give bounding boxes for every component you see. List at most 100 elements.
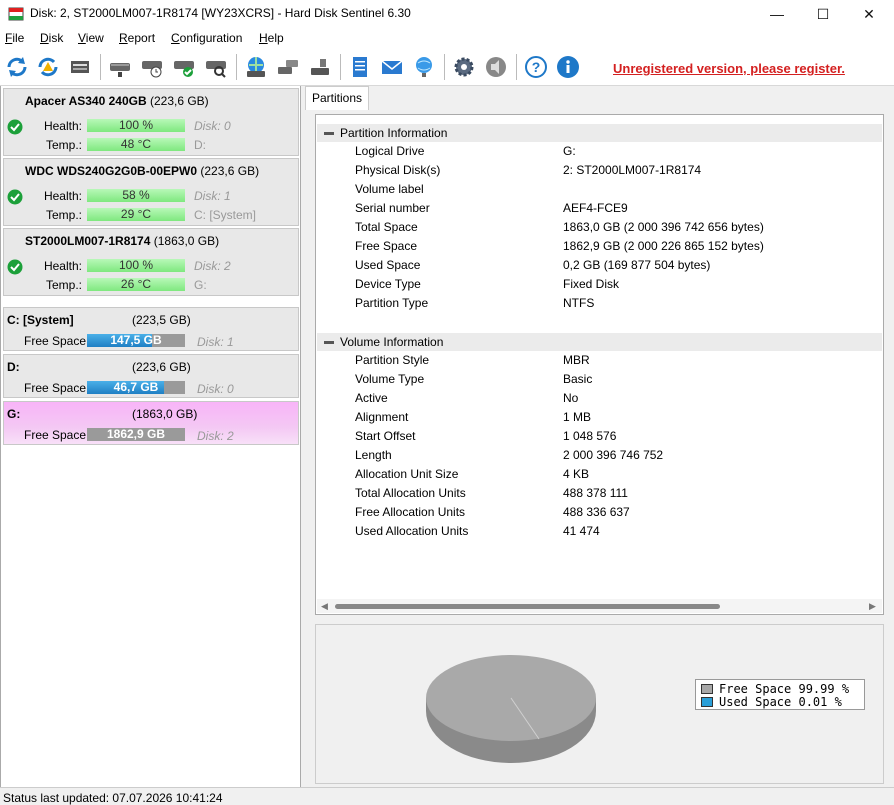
disk-globe-button[interactable] [242, 53, 270, 81]
property-value[interactable]: 2 000 396 746 752 [563, 448, 663, 462]
section-header-volume[interactable]: Volume Information [317, 333, 882, 351]
partition-disk: Disk: 0 [197, 382, 234, 396]
info-icon [557, 56, 579, 78]
disk-schedule-button[interactable] [138, 53, 166, 81]
disk-export-button[interactable] [274, 53, 302, 81]
temp-bar: 26 °C [87, 278, 185, 291]
tab-strip: Partitions [305, 86, 894, 110]
partition-card[interactable]: D: (223,6 GB) Free Space 46,7 GB Disk: 0 [3, 354, 299, 398]
collapse-icon[interactable] [324, 132, 334, 135]
refresh-button[interactable] [3, 53, 31, 81]
property-value[interactable]: 488 336 637 [563, 505, 630, 519]
menu-report[interactable]: Report [119, 31, 155, 45]
property-name: Start Offset [355, 429, 416, 443]
partition-card-selected[interactable]: G: (1863,0 GB) Free Space 1862,9 GB Disk… [3, 401, 299, 445]
sound-icon [486, 57, 506, 77]
menu-disk[interactable]: Disk [40, 31, 63, 45]
settings-button[interactable] [450, 53, 478, 81]
property-value[interactable]: 1 048 576 [563, 429, 616, 443]
disk-ok-button[interactable] [170, 53, 198, 81]
temp-label: Temp.: [45, 138, 82, 152]
free-space-bar: 147,5 GB [87, 334, 185, 347]
property-name: Free Space [355, 239, 418, 253]
window-title: Disk: 2, ST2000LM007-1R8174 [WY23XCRS] -… [30, 6, 411, 20]
maximize-button[interactable]: ☐ [800, 0, 846, 28]
scrollbar-thumb[interactable] [335, 604, 720, 609]
property-name: Volume label [355, 182, 424, 196]
property-value[interactable]: 1 MB [563, 410, 591, 424]
space-chart-panel: Free Space 99.99 % Used Space 0.01 % [315, 624, 884, 784]
disk-card[interactable]: Apacer AS340 240GB (223,6 GB) Health: 10… [3, 88, 299, 156]
email-button[interactable] [378, 53, 406, 81]
space-pie-chart [426, 655, 596, 763]
disk-test-icon [110, 63, 130, 77]
property-value[interactable]: 1863,0 GB (2 000 396 742 656 bytes) [563, 220, 764, 234]
disk-card[interactable]: ST2000LM007-1R8174 (1863,0 GB) Health: 1… [3, 228, 299, 296]
disk-schedule-icon [142, 61, 162, 78]
disk-name: ST2000LM007-1R8174 (1863,0 GB) [25, 234, 220, 248]
health-label: Health: [43, 259, 82, 273]
menu-help[interactable]: Help [259, 31, 284, 45]
partition-info-list: Partition Information Logical Drive G: Phy… [315, 114, 884, 615]
property-value[interactable]: 0,2 GB (169 877 504 bytes) [563, 258, 710, 272]
minimize-icon: — [770, 6, 784, 22]
menu-file[interactable]: File [5, 31, 24, 45]
disk-name: Apacer AS340 240GB (223,6 GB) [25, 94, 209, 108]
collapse-icon[interactable] [324, 341, 334, 344]
property-name: Free Allocation Units [355, 505, 466, 519]
disk-test-button[interactable] [106, 53, 134, 81]
property-value[interactable]: AEF4-FCE9 [563, 201, 628, 215]
property-value[interactable]: G: [563, 144, 576, 158]
scroll-right-icon[interactable]: ▶ [869, 601, 876, 612]
tab-partitions[interactable]: Partitions [305, 86, 370, 110]
menu-view[interactable]: View [78, 31, 104, 45]
scroll-left-icon[interactable]: ◀ [321, 601, 328, 612]
sound-button[interactable] [482, 53, 510, 81]
drive-button[interactable] [66, 53, 94, 81]
section-header-partition[interactable]: Partition Information [317, 124, 882, 142]
property-value[interactable]: 4 KB [563, 467, 589, 481]
disk-number: Disk: 0 [194, 119, 231, 133]
property-value[interactable]: 2: ST2000LM007-1R8174 [563, 163, 701, 177]
health-bar: 100 % [87, 119, 185, 132]
app-icon [8, 7, 24, 21]
network-button[interactable] [410, 53, 438, 81]
report-button[interactable] [346, 53, 374, 81]
legend-used: Used Space 0.01 % [701, 695, 842, 709]
horizontal-scrollbar[interactable]: ◀ ▶ [317, 599, 882, 613]
property-value[interactable]: No [563, 391, 578, 405]
close-button[interactable]: ✕ [846, 0, 892, 28]
temp-label: Temp.: [45, 278, 82, 292]
partition-disk: Disk: 2 [197, 429, 234, 443]
disk-number: Disk: 2 [194, 259, 231, 273]
property-name: Alignment [355, 410, 409, 424]
property-value[interactable]: MBR [563, 353, 590, 367]
disk-ide-button[interactable] [306, 53, 334, 81]
drive-letter: D: [194, 138, 206, 152]
register-link[interactable]: Unregistered version, please register. [613, 61, 845, 76]
disk-search-button[interactable] [202, 53, 230, 81]
property-name: Allocation Unit Size [355, 467, 459, 481]
property-value[interactable]: NTFS [563, 296, 594, 310]
info-button[interactable] [554, 53, 582, 81]
refresh-warning-button[interactable] [34, 53, 62, 81]
disk-globe-icon [247, 57, 265, 77]
property-value[interactable]: 41 474 [563, 524, 600, 538]
disk-number: Disk: 1 [194, 189, 231, 203]
minimize-button[interactable]: — [754, 0, 800, 28]
temp-bar: 29 °C [87, 208, 185, 221]
toolbar: ? Unregistered version, please register. [0, 48, 894, 86]
property-name: Active [355, 391, 388, 405]
partition-size: (223,6 GB) [132, 360, 191, 374]
property-value[interactable]: 488 378 111 [563, 486, 628, 500]
partition-size: (223,5 GB) [132, 313, 191, 327]
disk-card[interactable]: WDC WDS240G2G0B-00EPW0 (223,6 GB) Health… [3, 158, 299, 226]
partition-size: (1863,0 GB) [132, 407, 198, 421]
partition-card[interactable]: C: [System] (223,5 GB) Free Space 147,5 … [3, 307, 299, 351]
property-value[interactable]: Fixed Disk [563, 277, 619, 291]
help-button[interactable]: ? [522, 53, 550, 81]
property-value[interactable]: Basic [563, 372, 592, 386]
svg-text:?: ? [532, 59, 541, 75]
menu-configuration[interactable]: Configuration [171, 31, 242, 45]
property-value[interactable]: 1862,9 GB (2 000 226 865 152 bytes) [563, 239, 764, 253]
